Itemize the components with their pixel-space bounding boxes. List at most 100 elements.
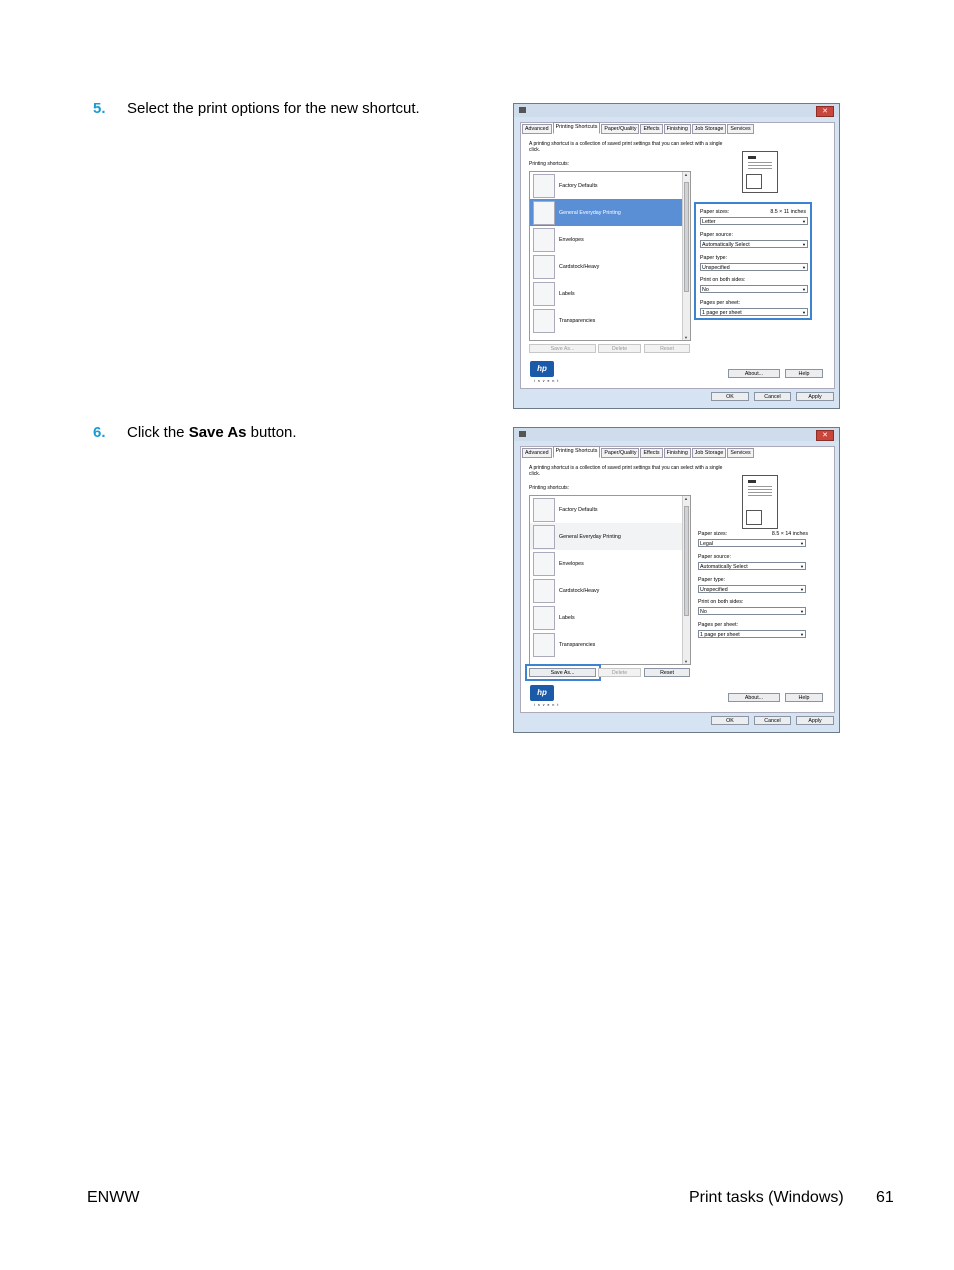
shortcuts-list[interactable]: Factory Defaults General Everyday Printi… [529,171,691,341]
tab-job-storage[interactable]: Job Storage [691,448,727,458]
list-item[interactable]: Transparencies [530,307,690,334]
chevron-down-icon: ▼ [802,265,806,270]
list-item-label: Factory Defaults [559,183,598,189]
chevron-down-icon: ▼ [800,541,804,546]
list-item[interactable]: Cardstock/Heavy [530,253,690,280]
paper-type-select[interactable]: Unspecified ▼ [698,585,806,593]
chevron-down-icon: ▼ [802,310,806,315]
paper-source-select[interactable]: Automatically Select ▼ [700,240,808,248]
list-item-label: Transparencies [559,642,596,648]
shortcuts-list[interactable]: Factory Defaults General Everyday Printi… [529,495,691,665]
description-text: A printing shortcut is a collection of s… [529,465,723,477]
list-item[interactable]: Envelopes [530,550,690,577]
paper-size-value: Letter [702,219,716,225]
apply-button[interactable]: Apply [796,392,834,401]
tab-paper-quality[interactable]: Paper/Quality [601,124,640,134]
delete-button[interactable]: Delete [598,344,641,353]
ok-button[interactable]: OK [711,392,749,401]
shortcuts-label: Printing shortcuts: [529,161,570,167]
about-button[interactable]: About... [728,693,780,702]
step-number: 6. [93,424,106,441]
paper-size-select[interactable]: Letter ▼ [700,217,808,225]
tab-effects[interactable]: Effects [640,448,663,458]
apply-button[interactable]: Apply [796,716,834,725]
list-item[interactable]: Factory Defaults [530,172,690,199]
scroll-up-icon[interactable]: ▲ [684,496,688,501]
blank-page-icon [533,498,555,522]
page-preview [742,475,778,529]
help-button[interactable]: Help [785,693,823,702]
paper-type-select[interactable]: Unspecified ▼ [700,263,808,271]
tab-paper-quality[interactable]: Paper/Quality [601,448,640,458]
cardstock-icon [533,255,555,279]
help-button[interactable]: Help [785,369,823,378]
tab-finishing[interactable]: Finishing [663,448,691,458]
tab-bar: Advanced Printing Shortcuts Paper/Qualit… [522,446,755,458]
scroll-down-icon[interactable]: ▼ [684,659,688,664]
duplex-value: No [700,609,707,615]
pages-per-sheet-select[interactable]: 1 page per sheet ▼ [698,630,806,638]
list-item[interactable]: General Everyday Printing [530,199,690,226]
reset-button[interactable]: Reset [644,344,690,353]
chart-icon [746,510,762,525]
list-item[interactable]: Cardstock/Heavy [530,577,690,604]
list-item[interactable]: General Everyday Printing [530,523,690,550]
step-text-post: button. [246,424,297,441]
paper-type-value: Unspecified [700,587,728,593]
tab-printing-shortcuts[interactable]: Printing Shortcuts [552,122,601,134]
cardstock-icon [533,579,555,603]
step-number: 5. [93,100,106,117]
list-item-label: Labels [559,615,575,621]
chevron-down-icon: ▼ [800,632,804,637]
tab-services[interactable]: Services [727,124,754,134]
options-panel: Paper sizes: 8.5 × 14 inches Legal ▼ Pape… [694,526,812,644]
pages-per-sheet-label: Pages per sheet: [700,300,741,306]
tab-job-storage[interactable]: Job Storage [691,124,727,134]
scroll-down-icon[interactable]: ▼ [684,335,688,340]
list-item[interactable]: Envelopes [530,226,690,253]
list-item[interactable]: Labels [530,604,690,631]
close-button[interactable]: ✕ [816,430,834,441]
paper-source-select[interactable]: Automatically Select ▼ [698,562,806,570]
list-scrollbar[interactable]: ▲ ▼ [682,496,690,664]
list-item[interactable]: Labels [530,280,690,307]
transparency-icon [533,309,555,333]
tab-advanced[interactable]: Advanced [522,448,552,458]
reset-button[interactable]: Reset [644,668,690,677]
scroll-thumb[interactable] [684,506,689,616]
footer-left: ENWW [87,1189,140,1206]
list-item-label: General Everyday Printing [559,210,621,216]
list-item[interactable]: Transparencies [530,631,690,658]
save-as-button[interactable]: Save As... [529,344,596,353]
hp-logo: hp [530,685,554,701]
list-item-label: Labels [559,291,575,297]
document-icon [533,525,555,549]
duplex-select[interactable]: No ▼ [700,285,808,293]
tab-finishing[interactable]: Finishing [663,124,691,134]
duplex-value: No [702,287,709,293]
cancel-button[interactable]: Cancel [754,392,791,401]
about-button[interactable]: About... [728,369,780,378]
paper-size-select[interactable]: Legal ▼ [698,539,806,547]
tab-effects[interactable]: Effects [640,124,663,134]
blank-page-icon [533,174,555,198]
save-as-button[interactable]: Save As... [529,668,596,677]
pages-per-sheet-select[interactable]: 1 page per sheet ▼ [700,308,808,316]
tab-services[interactable]: Services [727,448,754,458]
tab-advanced[interactable]: Advanced [522,124,552,134]
labels-icon [533,606,555,630]
hp-invent-text: invent [534,703,562,707]
duplex-select[interactable]: No ▼ [698,607,806,615]
close-button[interactable]: ✕ [816,106,834,117]
delete-button[interactable]: Delete [598,668,641,677]
list-scrollbar[interactable]: ▲ ▼ [682,172,690,340]
cancel-button[interactable]: Cancel [754,716,791,725]
scroll-up-icon[interactable]: ▲ [684,172,688,177]
ok-button[interactable]: OK [711,716,749,725]
step-text-pre: Click the [127,424,189,441]
document-icon [533,201,555,225]
list-item[interactable]: Factory Defaults [530,496,690,523]
duplex-label: Print on both sides: [698,599,744,605]
scroll-thumb[interactable] [684,182,689,292]
tab-printing-shortcuts[interactable]: Printing Shortcuts [552,446,601,458]
